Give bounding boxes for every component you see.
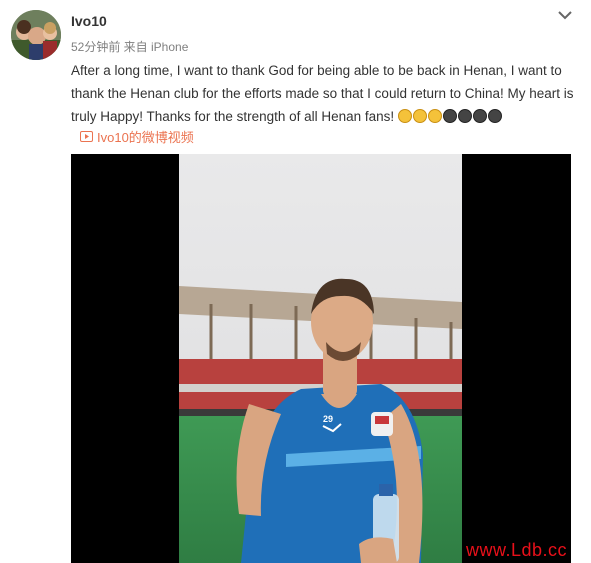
laughing-emoji [412,109,427,123]
video-frame [179,154,462,563]
video-link[interactable]: Ivo10的微博视频 [80,127,194,146]
video-link-label: Ivo10的微博视频 [97,130,194,145]
username[interactable]: Ivo10 [71,13,107,29]
avatar[interactable] [11,10,61,60]
crying-emoji [472,109,487,123]
post-meta: 52分钟前 来自 iPhone [71,40,189,54]
laughing-emoji [427,109,442,123]
crying-emoji [487,109,502,123]
video-player[interactable]: 29 [71,154,571,563]
video-play-icon [80,131,93,142]
jersey-number: 29 [323,414,333,424]
chevron-down-icon[interactable] [556,8,574,22]
crying-emoji [442,109,457,123]
laughing-emoji [397,109,412,123]
watermark: www.Ldb.cc [466,540,568,560]
post-text: After a long time, I want to thank God f… [71,59,576,128]
crying-emoji [457,109,472,123]
emoji-row [397,109,503,124]
